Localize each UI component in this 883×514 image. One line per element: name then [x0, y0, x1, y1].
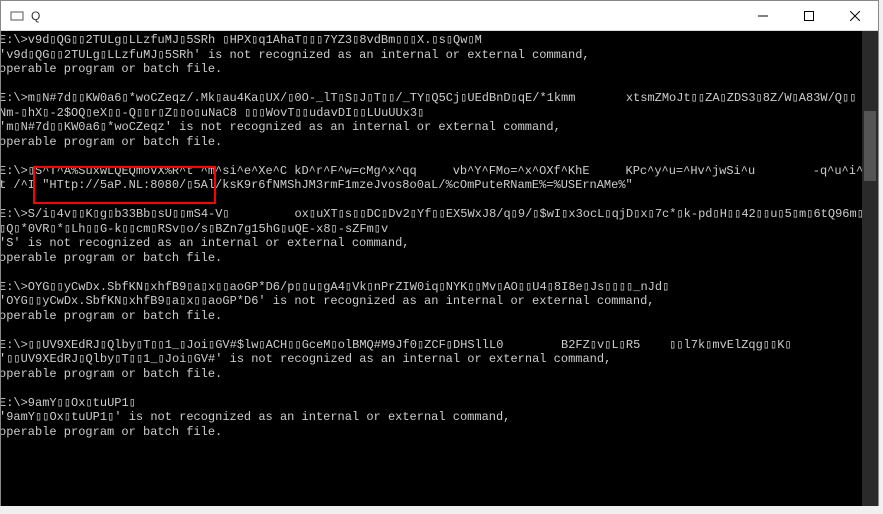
- console-line: [1, 323, 862, 338]
- console-line: [1, 265, 862, 280]
- titlebar[interactable]: Q: [1, 1, 878, 31]
- close-button[interactable]: [832, 1, 878, 30]
- console-line: E:\>v9d▯QG▯▯2TULg▯LLzfuMJ▯5SRh ▯HPX▯q1Ah…: [1, 33, 862, 48]
- console-line: '▯▯UV9XEdRJ▯Qlby▯T▯▯1_▯Joi▯GV#' is not r…: [1, 352, 862, 367]
- app-window: Q E:\>v9d▯QG▯▯2TULg▯LLzfuMJ▯5SRh ▯HPX▯q1…: [0, 0, 879, 510]
- console-line: operable program or batch file.: [1, 62, 862, 77]
- console-line: operable program or batch file.: [1, 135, 862, 150]
- console-line: [1, 149, 862, 164]
- console-line: E:\>▯S^T^A%SuxwLQEQmoVX%R^t ^m^si^e^Xe^C…: [1, 164, 862, 179]
- console-line: '9amY▯▯Ox▯tuUP1▯' is not recognized as a…: [1, 410, 862, 425]
- console-line: 'S' is not recognized as an internal or …: [1, 236, 862, 251]
- console-line: [1, 77, 862, 92]
- console-line: E:\>9amY▯▯Ox▯tuUP1▯: [1, 396, 862, 411]
- console-line: operable program or batch file.: [1, 367, 862, 382]
- console-line: [1, 381, 862, 396]
- console-line: operable program or batch file.: [1, 251, 862, 266]
- vertical-scrollbar[interactable]: [862, 31, 878, 509]
- console-line: operable program or batch file.: [1, 425, 862, 440]
- minimize-button[interactable]: [740, 1, 786, 30]
- app-icon: [9, 8, 25, 24]
- console-line: operable program or batch file.: [1, 309, 862, 324]
- console-line: ▯Q▯*0VR▯*▯Lh▯▯G-k▯▯cm▯RSv▯o/s▯BZn7g15hG▯…: [1, 222, 862, 237]
- maximize-button[interactable]: [786, 1, 832, 30]
- console-line: [1, 193, 862, 208]
- console-line: Nm-▯hX▯-2$OQ▯eX▯▯-Q▯▯r▯Z▯▯o▯uNaC8 ▯▯▯Wov…: [1, 106, 862, 121]
- console-line: E:\>▯▯UV9XEdRJ▯Qlby▯T▯▯1_▯Joi▯GV#$lw▯ACH…: [1, 338, 862, 353]
- console-line: [1, 439, 862, 454]
- scrollbar-thumb[interactable]: [864, 111, 876, 181]
- console-text: E:\>v9d▯QG▯▯2TULg▯LLzfuMJ▯5SRh ▯HPX▯q1Ah…: [1, 33, 862, 454]
- console-line: 'v9d▯QG▯▯2TULg▯LLzfuMJ▯5SRh' is not reco…: [1, 48, 862, 63]
- title-left: Q: [1, 8, 40, 24]
- bottom-gutter: [0, 506, 879, 514]
- console-line: 'OYG▯▯yCwDx.SbfKN▯xhfB9▯a▯x▯▯aoGP*D6' is…: [1, 294, 862, 309]
- window-controls: [740, 1, 878, 30]
- console-line: E:\>OYG▯▯yCwDx.SbfKN▯xhfB9▯a▯x▯▯aoGP*D6/…: [1, 280, 862, 295]
- window-title: Q: [31, 9, 40, 23]
- console-line: 'm▯N#7d▯▯KW0a6▯*woCZeqz' is not recogniz…: [1, 120, 862, 135]
- console-output[interactable]: E:\>v9d▯QG▯▯2TULg▯LLzfuMJ▯5SRh ▯HPX▯q1Ah…: [1, 31, 878, 509]
- console-line: E:\>m▯N#7d▯▯KW0a6▯*woCZeqz/.Mk▯au4Ka▯UX/…: [1, 91, 862, 106]
- console-line: t /^I "HTtp://5aP.NL:8080/▯5Al/ksK9r6fNM…: [1, 178, 862, 193]
- console-line: E:\>S/i▯4v▯▯K▯g▯b33Bb▯sU▯▯mS4-V▯ ox▯uXT▯…: [1, 207, 862, 222]
